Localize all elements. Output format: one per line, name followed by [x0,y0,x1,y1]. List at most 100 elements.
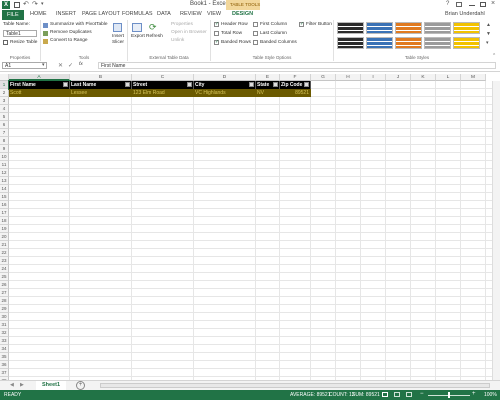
row-header[interactable]: 30 [0,313,9,321]
filter-dropdown-icon[interactable] [273,82,278,87]
row-header[interactable]: 36 [0,361,9,369]
undo-icon[interactable]: ↶ [23,0,29,8]
ribbon-display-icon[interactable] [456,2,462,7]
row-header[interactable]: 33 [0,337,9,345]
table-cell[interactable]: 89521 [280,89,311,97]
table-header-cell[interactable]: State [256,81,280,89]
row-header[interactable]: 13 [0,177,9,185]
row-header[interactable]: 24 [0,265,9,273]
table-cell[interactable]: 123 Elm Road [132,89,194,97]
row-header[interactable]: 15 [0,193,9,201]
table-header-cell[interactable]: Zip Code [280,81,311,89]
tab-data[interactable]: DATA [157,11,171,17]
redo-icon[interactable]: ↷ [32,0,38,8]
filter-dropdown-icon[interactable] [187,82,192,87]
next-sheet-icon[interactable]: ▶ [20,382,24,388]
insert-slicer-label-2[interactable]: Slicer [112,40,124,45]
column-header[interactable]: L [436,74,461,81]
enter-icon[interactable]: ✓ [68,62,73,69]
row-header[interactable]: 27 [0,289,9,297]
table-style-swatch[interactable] [366,37,393,49]
column-header[interactable]: C [132,74,194,81]
zoom-slider-thumb[interactable] [448,392,450,398]
scroll-up-icon[interactable]: ▲ [486,22,491,28]
banded-rows-checkbox[interactable] [214,39,219,45]
row-header[interactable]: 14 [0,185,9,193]
tab-formulas[interactable]: FORMULAS [122,11,153,17]
row-header[interactable]: 8 [0,137,9,145]
row-header[interactable]: 19 [0,225,9,233]
row-header[interactable]: 6 [0,121,9,129]
table-style-swatch[interactable] [337,37,364,49]
scroll-down-icon[interactable]: ▼ [486,31,491,37]
table-header-cell[interactable]: First Name [8,80,71,90]
row-header[interactable]: 1 [0,81,9,89]
properties-button[interactable]: Properties [171,22,193,27]
export-button[interactable]: Export [131,34,145,39]
row-header[interactable]: 34 [0,345,9,353]
table-style-swatch[interactable] [453,22,480,34]
table-name-input[interactable]: Table1 [3,30,37,37]
chevron-down-icon[interactable]: ▾ [41,1,44,7]
resize-table-button[interactable]: Resize Table [10,40,37,45]
table-header-cell[interactable]: Last Name [70,81,132,89]
zoom-level[interactable]: 100% [484,392,497,398]
row-header[interactable]: 20 [0,233,9,241]
tab-insert[interactable]: INSERT [56,11,76,17]
column-header[interactable]: D [194,74,256,81]
row-header[interactable]: 21 [0,241,9,249]
convert-to-range-button[interactable]: Convert to Range [50,38,88,43]
column-header[interactable]: H [336,74,361,81]
column-header[interactable]: B [70,74,132,81]
vertical-scrollbar[interactable] [492,81,500,380]
row-header[interactable]: 10 [0,153,9,161]
column-header[interactable]: J [386,74,411,81]
table-header-cell[interactable]: City [194,81,256,89]
total-row-checkbox[interactable] [214,31,219,36]
header-row-checkbox[interactable] [214,21,219,27]
first-column-checkbox[interactable] [253,22,258,27]
save-icon[interactable] [14,2,20,8]
banded-columns-checkbox[interactable] [253,40,258,45]
row-header[interactable]: 26 [0,281,9,289]
filter-dropdown-icon[interactable] [249,82,254,87]
horizontal-scrollbar[interactable] [100,383,490,388]
cancel-icon[interactable]: ✕ [58,62,63,69]
zoom-in-icon[interactable]: + [472,391,476,397]
row-header[interactable]: 18 [0,217,9,225]
tab-review[interactable]: REVIEW [180,11,202,17]
table-style-swatch[interactable] [337,22,364,34]
select-all-corner[interactable] [0,74,9,81]
table-style-swatch[interactable] [395,22,422,34]
table-style-swatch[interactable] [453,37,480,49]
filter-dropdown-icon[interactable] [125,82,130,87]
row-header[interactable]: 29 [0,305,9,313]
refresh-button[interactable]: Refresh [146,34,163,39]
table-style-swatch[interactable] [366,22,393,34]
column-header[interactable]: I [361,74,386,81]
fx-icon[interactable]: fx [79,62,83,67]
unlink-button[interactable]: Unlink [171,38,184,43]
more-styles-icon[interactable]: ▾ [486,40,489,46]
column-header[interactable]: M [461,74,486,81]
minimize-icon[interactable] [469,5,475,6]
row-header[interactable]: 32 [0,329,9,337]
page-layout-view-icon[interactable] [394,392,400,397]
column-header[interactable]: F [280,74,311,81]
close-icon[interactable]: × [491,0,495,7]
worksheet-grid[interactable]: A B C D E F G H I J K L M 1 2 3 4 5 6 7 8 9 10 11 12 13 14 15 16 17 18… [0,74,500,380]
row-header[interactable]: 25 [0,273,9,281]
row-header[interactable]: 7 [0,129,9,137]
row-header[interactable]: 3 [0,97,9,105]
filter-dropdown-icon[interactable] [304,82,309,87]
page-break-view-icon[interactable] [406,392,412,397]
row-header[interactable]: 5 [0,113,9,121]
tab-page-layout[interactable]: PAGE LAYOUT [82,11,120,17]
tab-file[interactable]: FILE [2,10,24,20]
table-style-swatch[interactable] [424,37,451,49]
column-header[interactable]: A [9,74,70,81]
row-header[interactable]: 17 [0,209,9,217]
table-cell[interactable]: Scott [9,89,70,97]
row-header[interactable]: 16 [0,201,9,209]
formula-input[interactable]: First Name [98,62,496,69]
